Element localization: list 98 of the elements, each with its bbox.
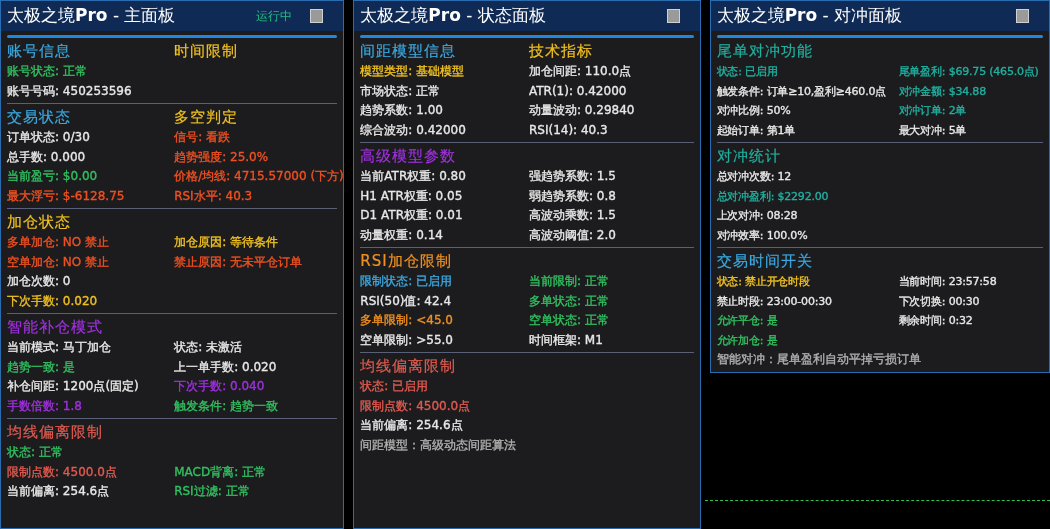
status-text: 限制点数: 4500.0点 bbox=[360, 397, 471, 415]
status-text: 趋势强度: 25.0% bbox=[174, 148, 269, 166]
section-heading: 均线偏离限制 bbox=[7, 422, 103, 442]
window-title: 太极之境Pro - 对冲面板 bbox=[716, 4, 903, 28]
status-text: 状态: 未激活 bbox=[174, 339, 242, 357]
status-text: H1 ATR权重: 0.05 bbox=[360, 187, 463, 205]
status-text: 触发条件: 订单≥10,盈利≥460.0点 bbox=[716, 83, 887, 100]
status-text: 加仓次数: 0 bbox=[7, 273, 71, 291]
status-text: 最大浮亏: $-6128.75 bbox=[7, 187, 125, 205]
status-text: 对冲订单: 2单 bbox=[898, 103, 967, 120]
status-text: 下次手数: 0.020 bbox=[7, 292, 98, 310]
status-text: 尾单盈利: $69.75 (465.0点) bbox=[898, 64, 1039, 81]
status-text: 当前ATR权重: 0.80 bbox=[360, 168, 466, 186]
section-heading: 多空判定 bbox=[174, 107, 239, 127]
section-heading: 时间限制 bbox=[174, 41, 239, 61]
status-text: 加仓原因: 等待条件 bbox=[174, 234, 278, 252]
status-text: 上一单手数: 0.020 bbox=[174, 358, 277, 376]
status-text: 智能对冲：尾单盈利自动平掉亏损订单 bbox=[716, 351, 921, 369]
status-text: ATR(1): 0.42000 bbox=[529, 82, 627, 100]
status-text: 限制状态: 已启用 bbox=[360, 273, 453, 291]
status-text: 空单限制: >55.0 bbox=[360, 331, 453, 349]
status-text: MACD背离: 正常 bbox=[174, 463, 266, 481]
status-text: RSI(14): 40.3 bbox=[529, 121, 608, 139]
status-text: 允许平仓: 是 bbox=[716, 313, 778, 330]
status-text: 总对冲盈利: $2292.00 bbox=[716, 188, 829, 205]
status-text: 趋势系数: 1.00 bbox=[360, 102, 443, 120]
section-heading: 技术指标 bbox=[529, 41, 593, 61]
status-text: 动量波动: 0.29840 bbox=[529, 102, 635, 120]
status-text: 触发条件: 趋势一致 bbox=[174, 397, 278, 415]
status-text: 多单加仓: NO 禁止 bbox=[7, 234, 110, 252]
status-text: 限制点数: 4500.0点 bbox=[7, 463, 117, 481]
status-text: 最大对冲: 5单 bbox=[898, 122, 967, 139]
status-text: 多单限制: <45.0 bbox=[360, 312, 453, 330]
status-text: 状态: 正常 bbox=[7, 444, 63, 462]
section-heading: 间距模型信息 bbox=[360, 41, 457, 61]
status-text: 手数倍数: 1.8 bbox=[7, 397, 82, 415]
status-text: 多单状态: 正常 bbox=[529, 292, 609, 310]
status-text: 动量权重: 0.14 bbox=[360, 226, 443, 244]
status-text: 状态: 已启用 bbox=[716, 64, 778, 81]
status-text: 剩余时间: 0:32 bbox=[898, 313, 973, 330]
status-text: 补仓间距: 1200点(固定) bbox=[7, 378, 139, 396]
status-text: 市场状态: 正常 bbox=[360, 82, 441, 100]
status-text: 高波动乘数: 1.5 bbox=[529, 207, 616, 225]
running-status: 运行中 bbox=[256, 8, 293, 25]
status-text: 当前模式: 马丁加仓 bbox=[7, 339, 111, 357]
status-text: RSI水平: 40.3 bbox=[174, 187, 253, 205]
status-text: 下次切换: 00:30 bbox=[898, 293, 980, 310]
status-text: 下次手数: 0.040 bbox=[174, 378, 265, 396]
status-text: 对冲比例: 50% bbox=[716, 103, 791, 120]
section-heading: 加仓状态 bbox=[7, 212, 71, 232]
status-text: 状态: 已启用 bbox=[360, 378, 429, 396]
status-text: 账号状态: 正常 bbox=[7, 63, 87, 81]
status-text: 总手数: 0.000 bbox=[7, 148, 86, 166]
status-text: 当前偏离: 254.6点 bbox=[7, 483, 110, 501]
status-text: 订单状态: 0/30 bbox=[7, 129, 90, 147]
status-text: 空单加仓: NO 禁止 bbox=[7, 253, 110, 271]
status-text: 综合波动: 0.42000 bbox=[360, 121, 466, 139]
section-heading: 交易状态 bbox=[7, 107, 71, 127]
status-text: 弱趋势系数: 0.8 bbox=[529, 187, 616, 205]
status-text: 当前盈亏: $0.00 bbox=[7, 168, 98, 186]
status-text: 间距模型：高级动态间距算法 bbox=[360, 436, 517, 454]
section-heading: 高级模型参数 bbox=[360, 146, 457, 166]
status-text: 时间框架: M1 bbox=[529, 331, 603, 349]
status-text: RSI(50)值: 42.4 bbox=[360, 292, 452, 310]
status-text: 当前时间: 23:57:58 bbox=[898, 274, 997, 291]
status-text: 禁止原因: 无未平仓订单 bbox=[174, 253, 302, 271]
status-text: 趋势一致: 是 bbox=[7, 358, 75, 376]
status-text: 模型类型: 基础模型 bbox=[360, 63, 465, 81]
status-text: 高波动阈值: 2.0 bbox=[529, 226, 616, 244]
status-text: 对冲效率: 100.0% bbox=[716, 227, 808, 244]
status-text: 加仓间距: 110.0点 bbox=[529, 63, 632, 81]
section-heading: 交易时间开关 bbox=[716, 251, 813, 271]
status-text: 起始订单: 第1单 bbox=[716, 122, 796, 139]
status-text: 强趋势系数: 1.5 bbox=[529, 168, 616, 186]
minimize-icon[interactable] bbox=[310, 9, 324, 23]
status-text: D1 ATR权重: 0.01 bbox=[360, 207, 463, 225]
status-text: 信号: 看跌 bbox=[174, 129, 230, 147]
section-heading: 对冲统计 bbox=[716, 146, 781, 166]
section-heading: 尾单对冲功能 bbox=[716, 41, 813, 61]
minimize-icon[interactable] bbox=[666, 9, 680, 23]
status-text: 禁止时段: 23:00-00:30 bbox=[716, 293, 832, 310]
window-title: 太极之境Pro - 状态面板 bbox=[360, 4, 546, 28]
status-text: 空单状态: 正常 bbox=[529, 312, 609, 330]
status-text: 总对冲次数: 12 bbox=[716, 169, 792, 186]
section-heading: RSI加仓限制 bbox=[360, 251, 452, 271]
status-text: 账号号码: 450253596 bbox=[7, 82, 132, 100]
status-text: 价格/均线: 4715.57000 (下方) bbox=[174, 168, 344, 186]
status-text: 当前偏离: 254.6点 bbox=[360, 417, 463, 435]
status-text: 状态: 禁止开仓时段 bbox=[716, 274, 810, 291]
window-title: 太极之境Pro - 主面板 bbox=[7, 4, 176, 28]
section-heading: 智能补仓模式 bbox=[7, 317, 103, 337]
status-text: 对冲金额: $34.88 bbox=[898, 83, 986, 100]
section-heading: 账号信息 bbox=[7, 41, 71, 61]
section-heading: 均线偏离限制 bbox=[360, 356, 457, 376]
status-text: 当前限制: 正常 bbox=[529, 273, 609, 291]
status-text: RSI过滤: 正常 bbox=[174, 483, 250, 501]
status-text: 上次对冲: 08:28 bbox=[716, 208, 798, 225]
status-text: 允许加仓: 是 bbox=[716, 332, 778, 349]
